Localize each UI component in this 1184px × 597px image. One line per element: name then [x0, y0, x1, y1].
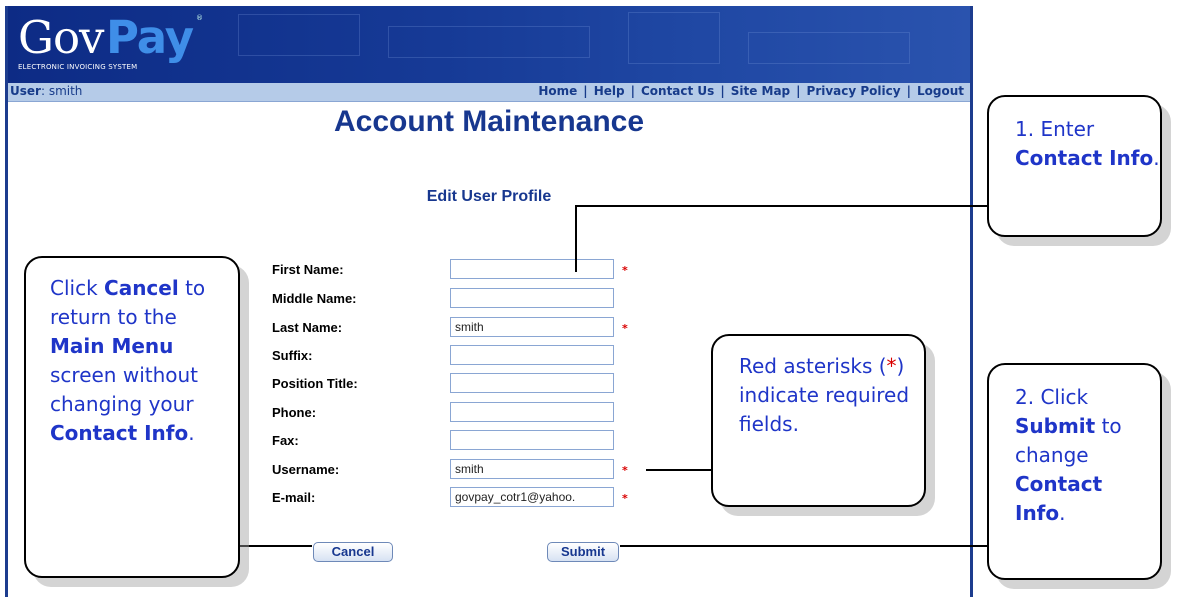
circuit-decoration [748, 32, 910, 64]
position-title-input[interactable] [450, 373, 614, 393]
callout-bold-text: Submit [1015, 414, 1096, 438]
suffix-input[interactable] [450, 345, 614, 365]
page-title: Account Maintenance [333, 105, 645, 138]
logo-pay-text: Pay [106, 11, 194, 64]
first-name-input[interactable] [450, 259, 614, 279]
callout-text: Click [50, 276, 98, 300]
callout-bold-text: Cancel [104, 276, 179, 300]
fax-label: Fax: [272, 433, 299, 448]
nav-contact-us-link[interactable]: Contact Us [641, 84, 714, 98]
callout-submit: 2. Click Submit to change Contact Info. [987, 363, 1162, 580]
phone-label: Phone: [272, 405, 317, 420]
username-label: Username: [272, 462, 340, 477]
callout-connector [575, 205, 989, 207]
callout-bold-text: Contact Info [1015, 146, 1154, 170]
callout-bold-text: Main Menu [50, 334, 174, 358]
nav-site-map-link[interactable]: Site Map [731, 84, 790, 98]
logo-subtitle: ELECTRONIC INVOICING SYSTEM [18, 63, 138, 71]
nav-home-link[interactable]: Home [538, 84, 577, 98]
callout-bold-text: Contact Info [50, 421, 189, 445]
required-asterisk: * [622, 264, 628, 277]
trademark-mark: ® [196, 14, 203, 22]
user-name: smith [48, 84, 83, 98]
user-bar: User: smith Home | Help | Contact Us | Site Ma… [8, 83, 970, 102]
middle-name-label: Middle Name: [272, 291, 357, 306]
callout-connector [575, 205, 577, 272]
required-asterisk: * [622, 322, 628, 335]
top-navigation: Home | Help | Contact Us | Site Map | Privacy Po… [538, 84, 964, 98]
nav-help-link[interactable]: Help [594, 84, 625, 98]
callout-connector [620, 545, 988, 547]
required-asterisk: * [622, 464, 628, 477]
username-input[interactable]: smith [450, 459, 614, 479]
nav-separator: | [720, 84, 725, 98]
circuit-decoration [238, 14, 360, 56]
last-name-label: Last Name: [272, 320, 343, 335]
circuit-decoration [388, 26, 590, 58]
red-asterisk-glyph: * [886, 354, 897, 378]
email-input[interactable]: govpay_cotr1@yahoo. [450, 487, 614, 507]
callout-required-fields: Red asterisks (*) indicate required fiel… [711, 334, 926, 507]
required-asterisk: * [622, 492, 628, 505]
submit-button[interactable]: Submit [547, 542, 619, 562]
callout-text: . [188, 421, 195, 445]
form-title: Edit User Profile [426, 188, 552, 205]
callout-text: Red asterisks ( [739, 354, 887, 378]
callout-text: . [1059, 501, 1066, 525]
phone-input[interactable] [450, 402, 614, 422]
callout-text: . [1153, 146, 1160, 170]
first-name-label: First Name: [272, 262, 344, 277]
email-label: E-mail: [272, 490, 316, 505]
fax-input[interactable] [450, 430, 614, 450]
callout-text: screen without changing your [50, 363, 199, 416]
callout-connector [646, 469, 712, 471]
circuit-decoration [628, 12, 720, 64]
callout-text: 1. Enter [1015, 117, 1095, 141]
nav-separator: | [796, 84, 801, 98]
nav-separator: | [630, 84, 635, 98]
callout-cancel: Click Cancel to return to the Main Menu … [24, 256, 240, 578]
position-title-label: Position Title: [272, 376, 358, 391]
current-user: User: smith [10, 84, 83, 98]
middle-name-input[interactable] [450, 288, 614, 308]
logo-gov-text: Gov [18, 11, 104, 64]
last-name-input[interactable]: smith [450, 317, 614, 337]
header-banner: Gov Pay ® ELECTRONIC INVOICING SYSTEM [8, 6, 970, 83]
nav-separator: | [906, 84, 911, 98]
nav-privacy-policy-link[interactable]: Privacy Policy [807, 84, 901, 98]
cancel-button[interactable]: Cancel [313, 542, 393, 562]
suffix-label: Suffix: [272, 348, 313, 363]
callout-text: 2. Click [1015, 385, 1089, 409]
callout-enter-contact-info: 1. Enter Contact Info. [987, 95, 1162, 237]
user-label: User [10, 84, 41, 98]
nav-separator: | [583, 84, 588, 98]
callout-connector [238, 545, 312, 547]
nav-logout-link[interactable]: Logout [917, 84, 964, 98]
